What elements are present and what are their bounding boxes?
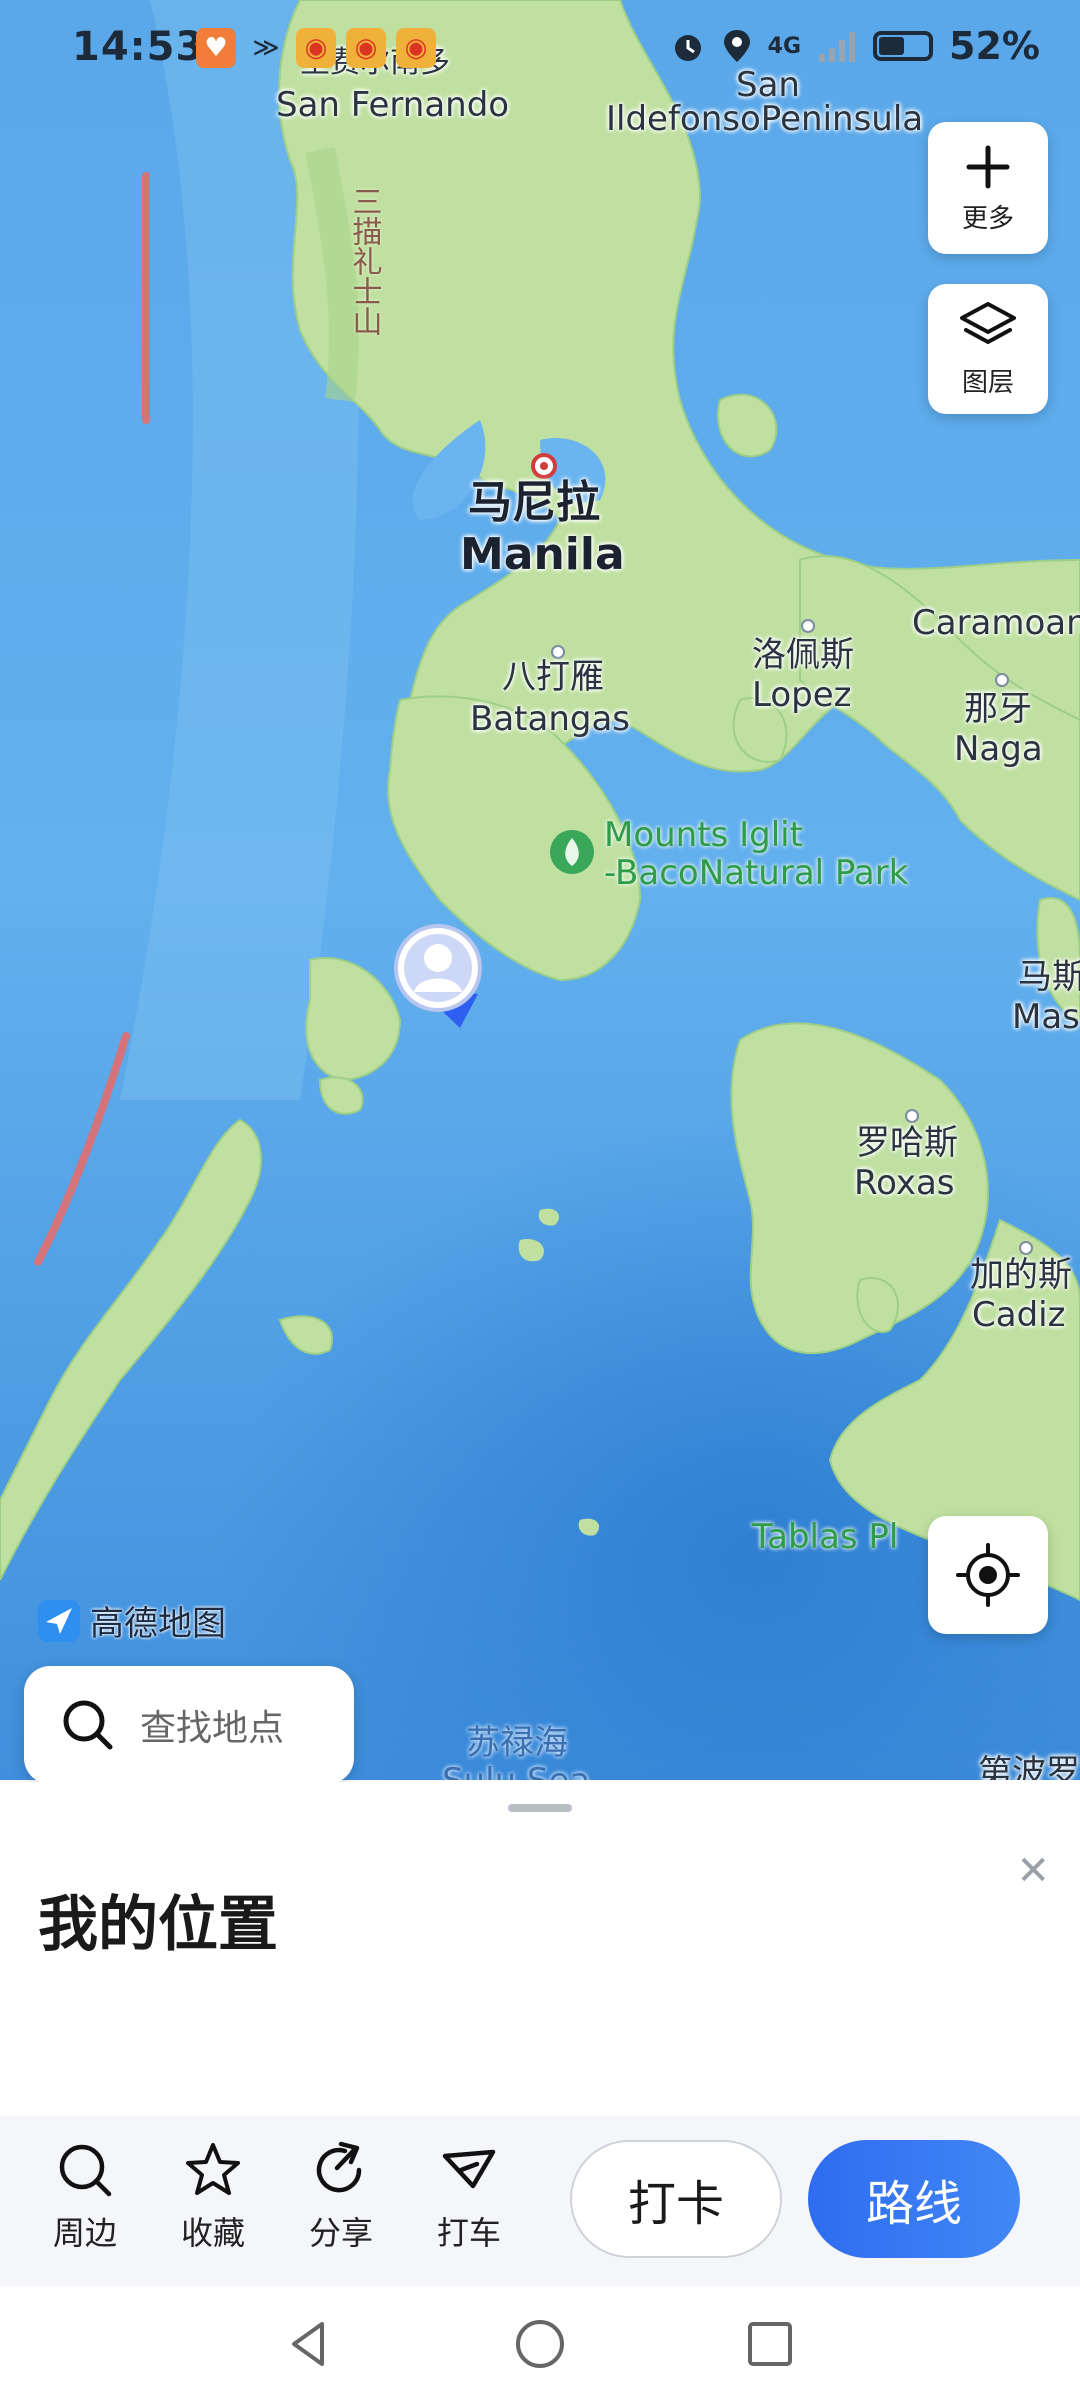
status-time: 14:53: [72, 24, 205, 70]
status-right: 4G 52%: [670, 24, 1040, 68]
battery-percent: 52%: [949, 24, 1040, 68]
label-caramoan: Caramoan: [912, 603, 1080, 643]
sheet-title: 我的位置: [38, 1890, 278, 1960]
amap-logo-icon: [38, 1599, 80, 1642]
crosshair-icon: [956, 1543, 1020, 1607]
nearby-label: 周边: [52, 2214, 117, 2252]
map-graphic[interactable]: [0, 0, 1080, 1780]
label-mas-zh: 马斯: [1018, 957, 1080, 997]
search-icon: [63, 1700, 113, 1750]
more-button[interactable]: 更多: [928, 122, 1048, 254]
label-ildefonso-peninsula: IldefonsoPeninsula: [606, 99, 924, 139]
taxi-button[interactable]: 打车: [414, 2140, 524, 2254]
recent-apps-icon[interactable]: [740, 2314, 800, 2374]
cadiz-dot: [1019, 1241, 1033, 1255]
layers-button[interactable]: 图层: [928, 284, 1048, 414]
plus-icon: [966, 145, 1010, 188]
map-canvas[interactable]: 圣费尔南多 San Fernando San IldefonsoPeninsul…: [0, 0, 1080, 1780]
share-button[interactable]: 分享: [286, 2140, 396, 2254]
nearby-search-icon: [59, 2144, 112, 2197]
label-sulu-zh: 苏禄海: [466, 1723, 568, 1763]
weibo-icon-2: ◉: [346, 28, 386, 68]
chevron-app-icon: ≫: [252, 33, 280, 63]
search-input[interactable]: 查找地点: [24, 1666, 354, 1784]
favorite-button[interactable]: 收藏: [158, 2140, 268, 2254]
more-label: 更多: [961, 203, 1014, 234]
label-roxas-zh: 罗哈斯: [856, 1123, 958, 1163]
heart-app-icon: ♥: [196, 28, 236, 68]
star-icon: [186, 2143, 240, 2195]
locate-me-button[interactable]: [928, 1516, 1048, 1634]
label-mas-en: Mas: [1012, 997, 1080, 1037]
close-icon[interactable]: ✕: [1016, 1848, 1050, 1894]
sheet-drag-handle[interactable]: [508, 1804, 572, 1812]
taxi-label: 打车: [436, 2214, 501, 2252]
home-icon[interactable]: [510, 2314, 570, 2374]
weibo-icon: ◉: [296, 28, 336, 68]
label-lopez-zh: 洛佩斯: [752, 635, 854, 675]
search-placeholder: 查找地点: [140, 1708, 285, 1749]
label-batangas-zh: 八打雁: [502, 657, 604, 697]
notification-icons: ♥ ≫ ◉ ◉ ◉: [196, 28, 436, 68]
label-manila-en: Manila: [460, 529, 625, 580]
naga-dot: [995, 673, 1009, 687]
route-button[interactable]: 路线: [808, 2140, 1020, 2258]
label-cadiz-zh: 加的斯: [970, 1255, 1072, 1295]
nearby-button[interactable]: 周边: [30, 2140, 140, 2254]
status-bar: 14:53 ♥ ≫ ◉ ◉ ◉ 4G 52%: [0, 0, 1080, 100]
favorite-label: 收藏: [180, 2214, 245, 2252]
label-sulu-en: Sulu Sea: [442, 1761, 590, 1780]
battery-fill: [879, 37, 905, 55]
label-tablas: Tablas Pl: [752, 1517, 899, 1557]
lopez-dot: [801, 619, 815, 633]
battery-icon: [873, 31, 934, 61]
label-park-1: Mounts Iglit: [604, 815, 803, 855]
label-dipolog-zh: 第波罗: [978, 1753, 1080, 1780]
alarm-icon: [674, 35, 701, 61]
share-label: 分享: [308, 2214, 373, 2252]
share-icon: [316, 2141, 362, 2193]
signal-icon: [819, 32, 856, 62]
layers-label: 图层: [961, 367, 1014, 398]
system-nav-bar: [0, 2286, 1080, 2400]
label-naga-zh: 那牙: [964, 689, 1032, 729]
label-naga-en: Naga: [954, 729, 1043, 769]
label-cadiz-en: Cadiz: [972, 1295, 1066, 1335]
label-roxas-en: Roxas: [854, 1163, 955, 1203]
network-type: 4G: [767, 33, 802, 59]
label-manila-zh: 马尼拉: [468, 477, 600, 528]
back-icon[interactable]: [278, 2314, 338, 2374]
label-zambales-mountains: 三描礼士山: [346, 186, 382, 336]
location-status-icon: [723, 30, 750, 62]
taxi-icon: [442, 2149, 496, 2189]
checkin-button[interactable]: 打卡: [570, 2140, 782, 2258]
label-batangas-en: Batangas: [470, 699, 631, 739]
amap-logo: 高德地图: [36, 1596, 226, 1645]
weibo-icon-3: ◉: [396, 28, 436, 68]
amap-brand-text: 高德地图: [90, 1604, 226, 1644]
roxas-dot: [905, 1109, 919, 1123]
label-park-2: -BacoNatural Park: [604, 853, 909, 893]
label-lopez-en: Lopez: [752, 675, 852, 715]
layers-icon: [960, 301, 1016, 344]
